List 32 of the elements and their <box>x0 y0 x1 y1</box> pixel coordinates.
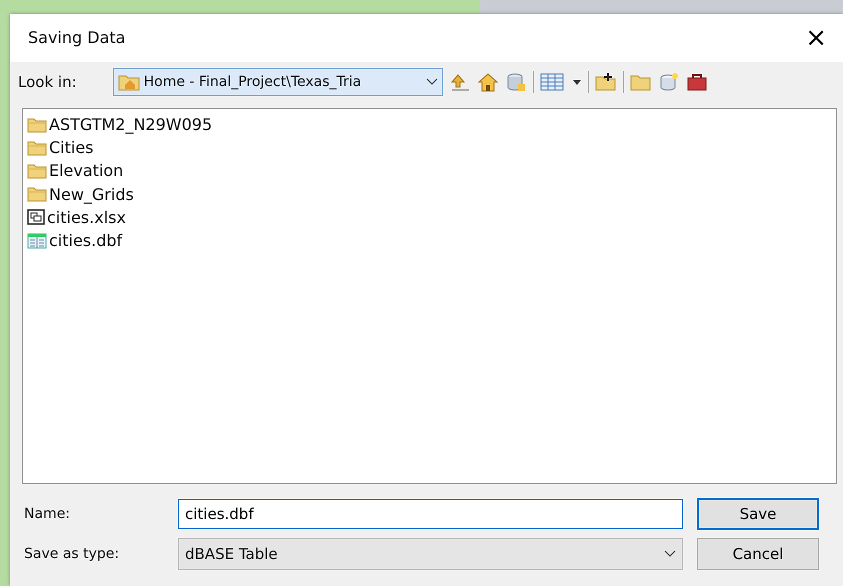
folder-icon <box>27 116 47 133</box>
home-icon[interactable] <box>476 72 499 92</box>
look-in-dropdown[interactable]: Home - Final_Project\Texas_Tria <box>112 68 443 96</box>
caret-icon[interactable] <box>572 78 582 86</box>
folder-icon <box>27 162 47 179</box>
chevron-down-icon <box>426 78 438 86</box>
folder-icon <box>27 140 47 156</box>
save-button[interactable]: Save <box>697 498 819 530</box>
file-item[interactable]: ASTGTM2_N29W095 <box>27 113 832 136</box>
file-type-dropdown[interactable]: dBASE Table <box>178 538 683 570</box>
type-label: Save as type: <box>24 544 120 564</box>
cylinder-icon[interactable] <box>658 72 680 92</box>
name-label: Name: <box>24 504 72 524</box>
toolbox-icon[interactable] <box>686 72 708 92</box>
list-view-icon[interactable] <box>540 72 566 92</box>
file-item[interactable]: Elevation <box>27 159 832 183</box>
table-icon <box>27 232 47 249</box>
look-in-label: Look in: <box>18 72 77 93</box>
database-icon[interactable] <box>504 72 527 92</box>
document-icon <box>27 209 45 226</box>
folder-icon <box>27 186 47 202</box>
chevron-down-icon <box>664 550 676 558</box>
file-item[interactable]: cities.dbf <box>27 228 832 252</box>
cancel-button[interactable]: Cancel <box>697 538 819 570</box>
name-field[interactable]: cities.dbf <box>178 499 683 529</box>
up-folder-icon[interactable] <box>448 72 471 92</box>
close-button[interactable]: × <box>799 25 833 51</box>
window-title: Saving Data <box>28 27 126 49</box>
file-item[interactable]: cities.xlsx <box>27 206 832 229</box>
file-item[interactable]: New_Grids <box>27 182 832 206</box>
new-folder-icon[interactable] <box>594 72 617 92</box>
file-item[interactable]: Cities <box>27 136 832 160</box>
